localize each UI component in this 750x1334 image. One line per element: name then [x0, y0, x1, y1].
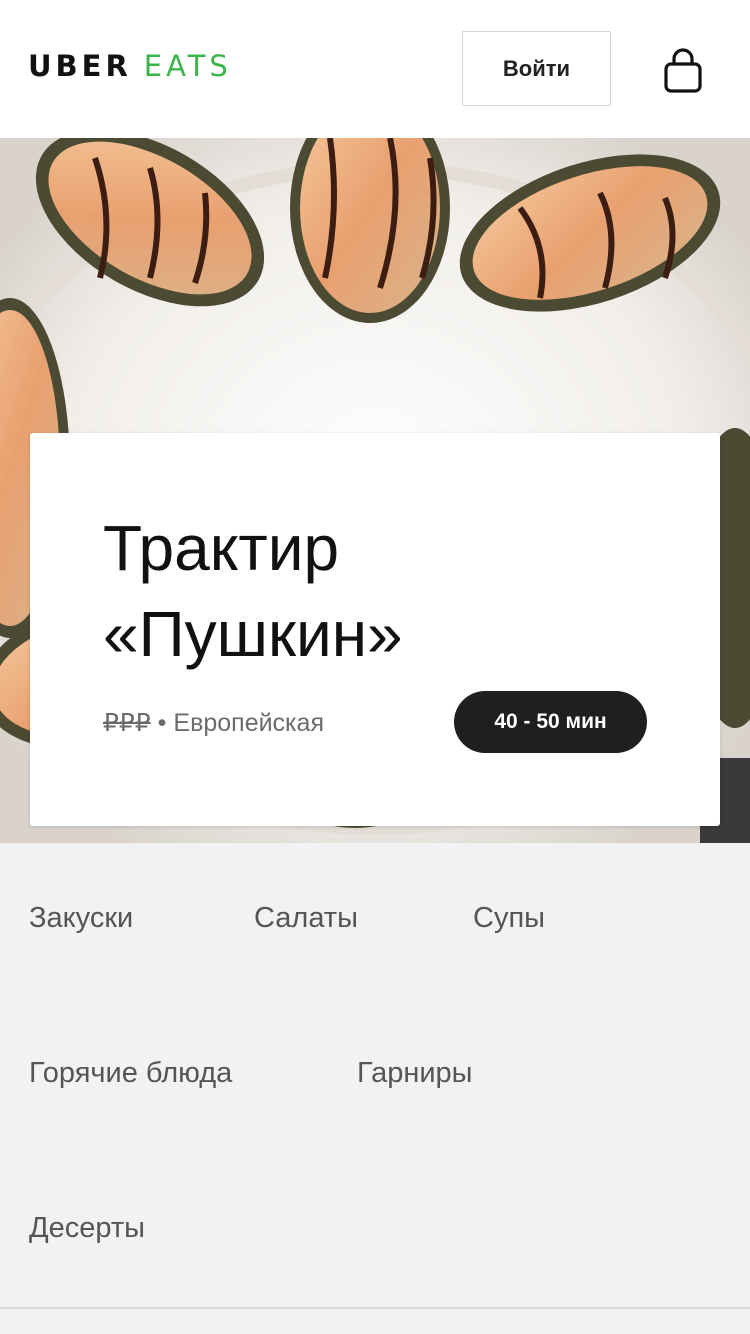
- top-bar: UBER EATS Войти: [0, 0, 750, 138]
- category-soups[interactable]: Супы: [473, 900, 545, 936]
- logo-eats-text: EATS: [143, 49, 232, 83]
- restaurant-title: Трактир «Пушкин»: [103, 505, 663, 677]
- restaurant-title-line-1: Трактир: [103, 512, 340, 584]
- meta-separator: •: [157, 709, 167, 737]
- restaurant-hero-image: Трактир «Пушкин» ₽₽₽ • Европейская 40 - …: [0, 138, 750, 843]
- restaurant-title-line-2: «Пушкин»: [103, 598, 403, 670]
- category-hot-dishes[interactable]: Горячие блюда: [29, 1055, 232, 1091]
- divider: [0, 1307, 750, 1309]
- shopping-bag-icon[interactable]: [660, 47, 706, 95]
- category-sides[interactable]: Гарниры: [357, 1055, 473, 1091]
- cuisine-label: Европейская: [173, 709, 324, 737]
- logo-uber-text: UBER: [28, 49, 132, 83]
- delivery-time-badge: 40 - 50 мин: [454, 691, 647, 753]
- category-salads[interactable]: Салаты: [254, 900, 358, 936]
- category-desserts[interactable]: Десерты: [29, 1210, 145, 1246]
- menu-categories: Закуски Салаты Супы Горячие блюда Гарнир…: [0, 843, 750, 1308]
- sign-in-button[interactable]: Войти: [462, 31, 611, 106]
- restaurant-meta: ₽₽₽ • Европейская: [103, 705, 324, 741]
- restaurant-info-card: Трактир «Пушкин» ₽₽₽ • Европейская 40 - …: [30, 433, 720, 826]
- uber-eats-logo[interactable]: UBER EATS: [28, 48, 232, 84]
- price-level: ₽₽₽: [103, 709, 151, 737]
- category-appetizers[interactable]: Закуски: [29, 900, 133, 936]
